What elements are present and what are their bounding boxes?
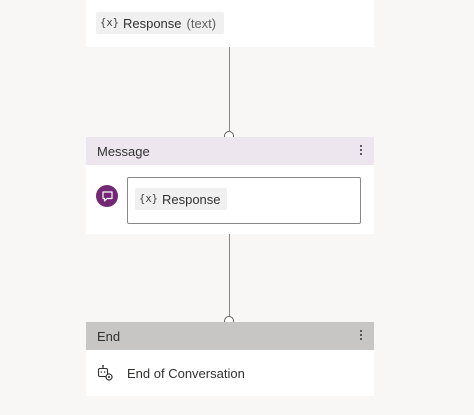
variable-name: Response — [122, 15, 182, 31]
node-title: End — [97, 329, 121, 344]
variable-icon: {x} — [100, 17, 119, 29]
variable-icon: {x} — [139, 193, 158, 205]
previous-node-card[interactable]: {x} Response (text) — [86, 0, 374, 47]
end-node-card[interactable]: End End of Conversation — [86, 322, 374, 396]
message-text-input[interactable]: {x} Response — [127, 177, 361, 224]
connector-line — [229, 234, 230, 316]
end-node-header: End — [86, 322, 374, 350]
response-variable-chip[interactable]: {x} Response (text) — [96, 12, 225, 34]
message-node-card[interactable]: Message {x} Response — [86, 137, 374, 234]
chat-bubble-icon — [96, 185, 118, 207]
bot-gear-icon — [96, 364, 114, 382]
node-title: Message — [97, 144, 150, 159]
connector-line — [229, 47, 230, 131]
more-options-icon[interactable] — [356, 141, 366, 159]
message-node-header: Message — [86, 137, 374, 165]
variable-type: (text) — [186, 15, 217, 31]
end-conversation-label: End of Conversation — [127, 366, 245, 381]
response-variable-chip[interactable]: {x} Response — [135, 188, 227, 210]
variable-name: Response — [161, 191, 221, 207]
more-options-icon[interactable] — [356, 326, 366, 344]
